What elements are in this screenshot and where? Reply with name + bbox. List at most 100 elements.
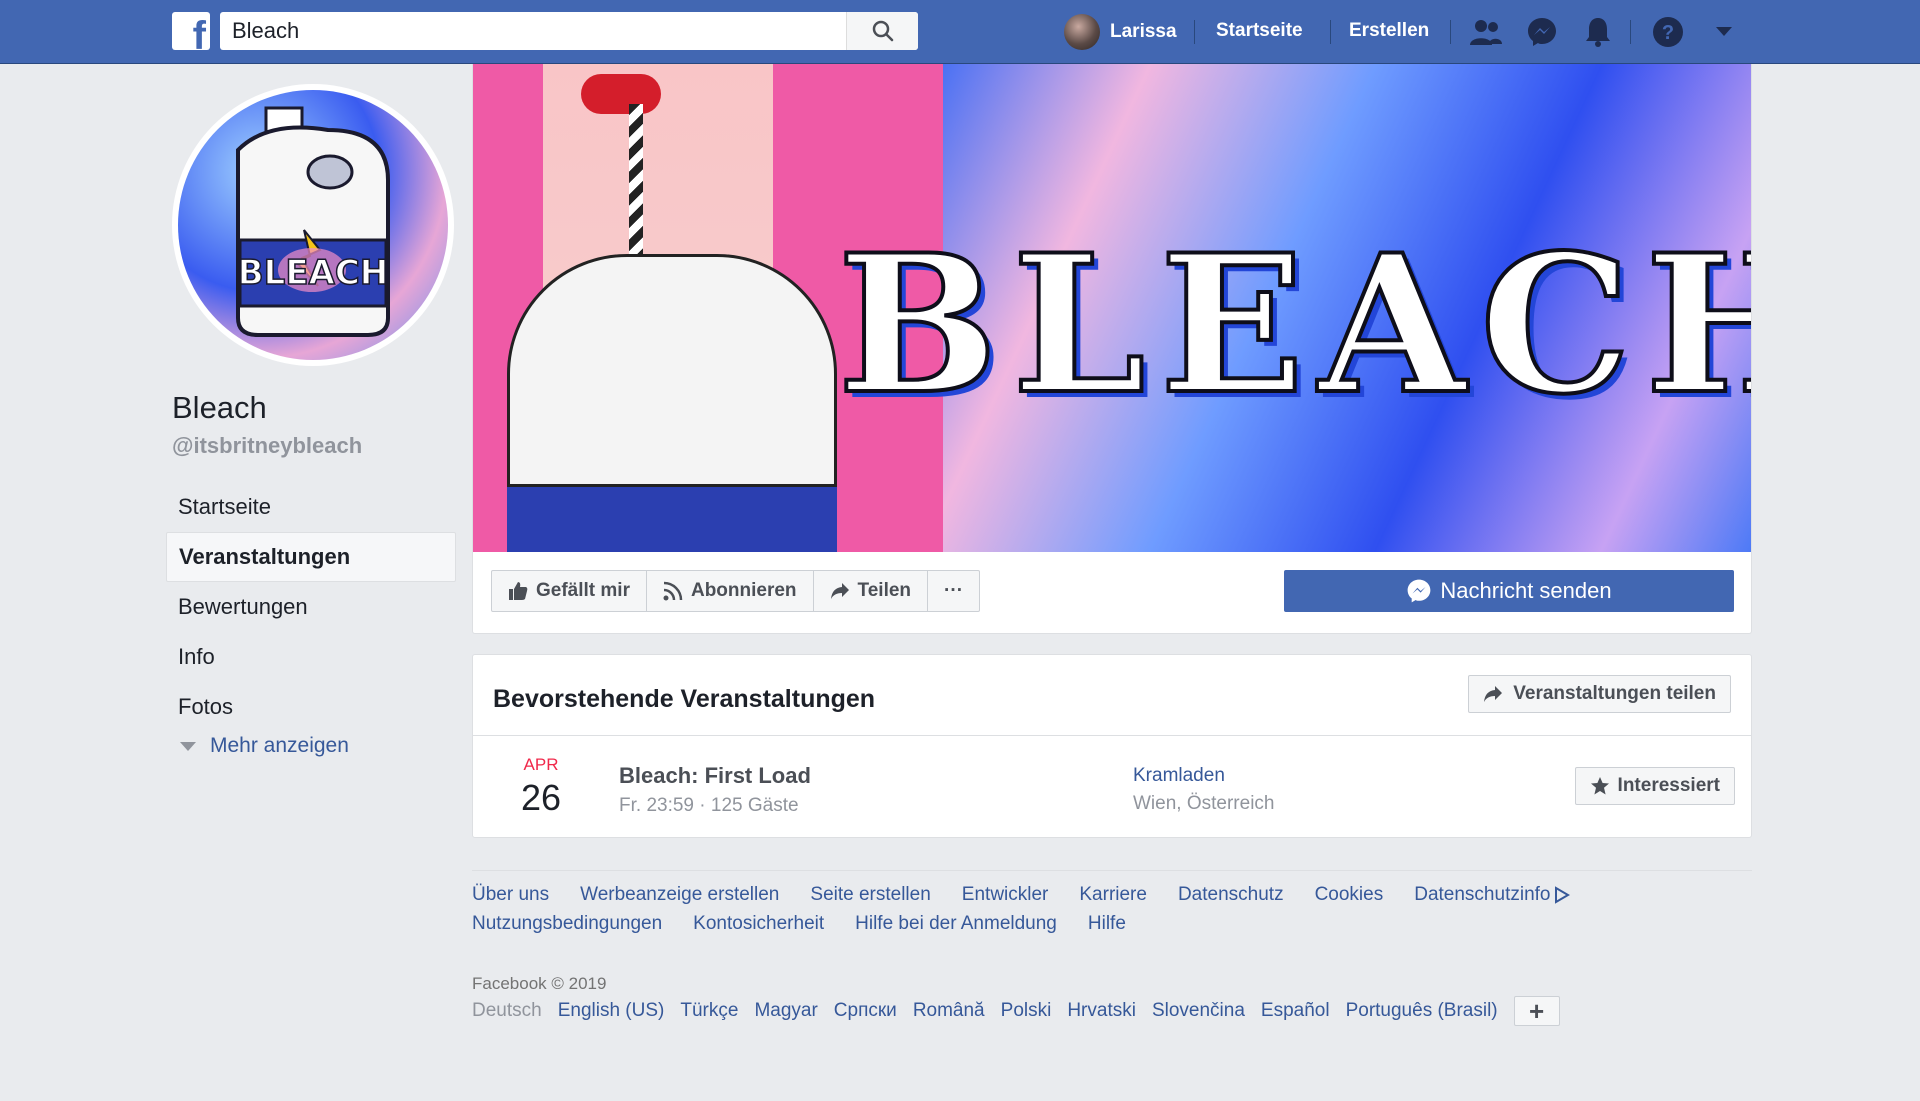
share-button[interactable]: Teilen: [814, 571, 929, 611]
footer-link-privacy[interactable]: Datenschutz: [1178, 884, 1284, 906]
copyright: Facebook © 2019: [472, 974, 607, 993]
current-language: Deutsch: [472, 1000, 542, 1021]
notifications-bell-icon[interactable]: [1580, 14, 1616, 50]
account-menu-caret-icon[interactable]: [1706, 14, 1742, 50]
follow-button[interactable]: Abonnieren: [647, 571, 814, 611]
nav-divider: [1194, 20, 1195, 44]
language-link[interactable]: Српски: [834, 1000, 897, 1022]
interested-button[interactable]: Interessiert: [1574, 767, 1735, 805]
profile-bleach-label: BLEACH: [238, 253, 389, 293]
share-events-label: Veranstaltungen teilen: [1513, 683, 1716, 704]
like-label: Gefällt mir: [536, 580, 630, 601]
language-link[interactable]: Polski: [1001, 1000, 1052, 1022]
show-more-label: Mehr anzeigen: [210, 734, 349, 757]
search-button[interactable]: [846, 12, 918, 50]
footer-link-developers[interactable]: Entwickler: [962, 884, 1049, 906]
footer-link-careers[interactable]: Karriere: [1079, 884, 1147, 906]
footer-link-create-ad[interactable]: Werbeanzeige erstellen: [580, 884, 779, 906]
language-link[interactable]: Magyar: [754, 1000, 817, 1022]
language-link[interactable]: Türkçe: [680, 1000, 738, 1022]
footer-link-about[interactable]: Über uns: [472, 884, 549, 906]
facebook-logo-icon[interactable]: f: [172, 12, 210, 50]
search-box: [220, 12, 918, 50]
language-link[interactable]: English (US): [558, 1000, 665, 1022]
lips-shape: [581, 74, 661, 114]
search-input[interactable]: [232, 12, 832, 50]
cover-bleach-title: BLEACH: [835, 211, 1751, 438]
more-languages-button[interactable]: +: [1513, 996, 1560, 1026]
footer-link-help[interactable]: Hilfe: [1088, 913, 1126, 935]
chevron-down-icon: [180, 741, 196, 751]
straw-shape: [629, 104, 643, 254]
like-button[interactable]: Gefällt mir: [492, 571, 647, 611]
footer-divider: [472, 870, 1752, 871]
footer-links: Über uns Werbeanzeige erstellen Seite er…: [472, 884, 1722, 935]
nav-divider: [1330, 20, 1331, 44]
bottle-label-shape: [507, 484, 837, 552]
share-arrow-icon: [1484, 686, 1503, 702]
event-day: 26: [520, 777, 562, 818]
event-month: APR: [523, 755, 559, 774]
language-link[interactable]: Hrvatski: [1067, 1000, 1136, 1022]
footer-link-login-help[interactable]: Hilfe bei der Anmeldung: [855, 913, 1057, 935]
page-sidebar-nav: Startseite Veranstaltungen Bewertungen I…: [166, 482, 456, 732]
page-title: Bleach: [172, 390, 267, 425]
share-events-button[interactable]: Veranstaltungen teilen: [1468, 675, 1731, 713]
user-name: Larissa: [1110, 21, 1177, 42]
create-link[interactable]: Erstellen: [1349, 20, 1429, 42]
nav-divider: [1450, 20, 1451, 44]
language-selector: Deutsch English (US) Türkçe Magyar Српск…: [472, 996, 1560, 1026]
share-label: Teilen: [857, 580, 912, 601]
page-profile-picture[interactable]: BLEACH: [172, 84, 454, 366]
star-icon: [1590, 777, 1609, 795]
footer-link-cookies[interactable]: Cookies: [1315, 884, 1384, 906]
footer-link-terms[interactable]: Nutzungsbedingungen: [472, 913, 662, 935]
nav-divider: [1630, 20, 1631, 44]
user-avatar: [1064, 14, 1100, 50]
adchoices-icon: [1555, 886, 1571, 904]
follow-label: Abonnieren: [690, 580, 797, 601]
page-username[interactable]: @itsbritneybleach: [172, 433, 362, 459]
cover-photo[interactable]: BLEACH: [473, 64, 1751, 552]
friend-requests-icon[interactable]: [1468, 14, 1504, 50]
sidebar-item-info[interactable]: Info: [166, 632, 456, 682]
home-link[interactable]: Startseite: [1216, 20, 1303, 42]
interested-label: Interessiert: [1617, 775, 1720, 796]
search-icon: [872, 20, 893, 42]
footer-link-adchoices[interactable]: Datenschutzinfo: [1414, 884, 1571, 906]
top-navigation-bar: f Larissa Startseite Erstellen ?: [0, 0, 1920, 64]
profile-link[interactable]: Larissa: [1064, 14, 1177, 50]
messenger-icon[interactable]: [1524, 14, 1560, 50]
page-action-bar: Gefällt mir Abonnieren Teilen ···: [491, 570, 981, 612]
show-more-link[interactable]: Mehr anzeigen: [180, 734, 349, 758]
upcoming-events-card: Bevorstehende Veranstaltungen Veranstalt…: [472, 654, 1752, 838]
bleach-bottle-image: BLEACH: [178, 90, 448, 360]
footer-link-adchoices-label: Datenschutzinfo: [1414, 884, 1551, 905]
language-link[interactable]: Slovenčina: [1152, 1000, 1245, 1022]
send-message-button[interactable]: Nachricht senden: [1284, 570, 1734, 612]
cover-card: BLEACH Gefällt mir Abonnieren Teilen ···…: [472, 64, 1752, 634]
sidebar-item-events[interactable]: Veranstaltungen: [166, 532, 456, 582]
event-time-guests: Fr. 23:59 · 125 Gäste: [619, 795, 799, 816]
language-link[interactable]: Română: [913, 1000, 985, 1022]
more-options-icon: ···: [944, 580, 964, 601]
svg-text:?: ?: [1662, 22, 1674, 44]
event-venue-link[interactable]: Kramladen: [1133, 765, 1225, 787]
footer-link-account-security[interactable]: Kontosicherheit: [693, 913, 824, 935]
sidebar-item-reviews[interactable]: Bewertungen: [166, 582, 456, 632]
share-arrow-icon: [830, 583, 849, 599]
language-link[interactable]: Español: [1261, 1000, 1330, 1022]
divider: [473, 735, 1751, 736]
events-heading: Bevorstehende Veranstaltungen: [493, 685, 876, 713]
send-message-label: Nachricht senden: [1440, 578, 1612, 603]
sidebar-item-home[interactable]: Startseite: [166, 482, 456, 532]
help-icon[interactable]: ?: [1650, 14, 1686, 50]
footer-link-create-page[interactable]: Seite erstellen: [810, 884, 930, 906]
sidebar-item-photos[interactable]: Fotos: [166, 682, 456, 732]
event-title-link[interactable]: Bleach: First Load: [619, 763, 811, 789]
language-link[interactable]: Português (Brasil): [1346, 1000, 1498, 1022]
rss-follow-icon: [663, 581, 683, 601]
messenger-icon: [1408, 579, 1431, 603]
event-location: Wien, Österreich: [1133, 793, 1275, 814]
more-options-button[interactable]: ···: [928, 571, 979, 611]
